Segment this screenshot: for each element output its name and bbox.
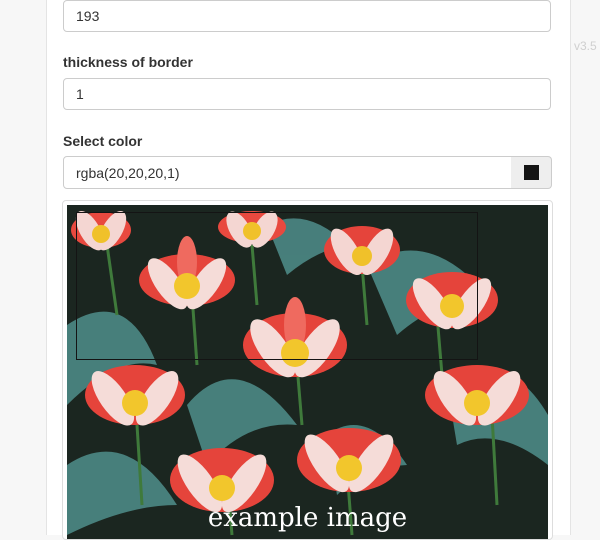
value-input[interactable] (63, 0, 551, 32)
image-caption: example image (207, 503, 408, 533)
border-overlay-rect[interactable] (76, 212, 478, 360)
color-label: Select color (63, 133, 143, 149)
color-input[interactable] (63, 156, 512, 189)
tulip-image[interactable]: example image (67, 205, 548, 539)
thickness-label: thickness of border (63, 54, 193, 70)
image-preview-frame: example image (62, 200, 553, 540)
thickness-input[interactable] (63, 78, 551, 110)
version-label: v3.5 (574, 39, 597, 53)
color-picker-button[interactable] (511, 156, 552, 189)
color-swatch (523, 165, 539, 180)
